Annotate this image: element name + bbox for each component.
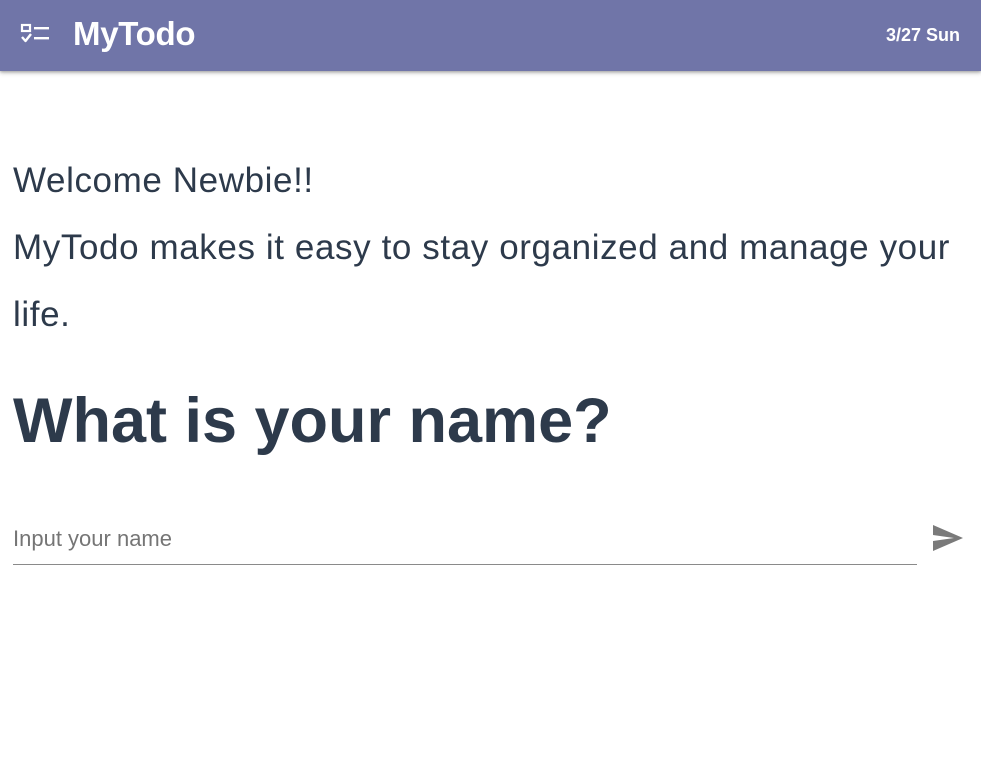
send-button[interactable] xyxy=(926,518,970,560)
app-title: MyTodo xyxy=(73,15,196,52)
welcome-section: Welcome Newbie!! MyTodo makes it easy to… xyxy=(13,147,968,348)
app-bar: MyTodo 3/27 Sun xyxy=(0,0,981,71)
name-question-heading: What is your name? xyxy=(13,386,612,456)
intro-text: MyTodo makes it easy to stay organized a… xyxy=(13,228,951,334)
name-input[interactable] xyxy=(13,518,917,560)
welcome-greeting: Welcome Newbie!! xyxy=(13,161,314,200)
date-label: 3/27 Sun xyxy=(885,25,960,45)
checklist-icon xyxy=(19,22,53,50)
name-field xyxy=(13,518,917,565)
